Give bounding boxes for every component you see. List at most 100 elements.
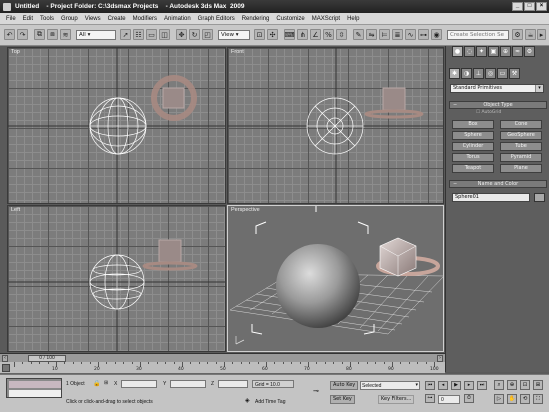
mirror-icon[interactable]: ⇋ — [366, 29, 377, 40]
utilities-tab-icon[interactable]: ⚒ — [509, 68, 520, 79]
menu-graph-editors[interactable]: Graph Editors — [198, 16, 235, 22]
maximize-button[interactable]: □ — [524, 2, 535, 11]
time-slider-thumb[interactable]: 0 / 100 — [28, 355, 66, 362]
menu-views[interactable]: Views — [85, 16, 101, 22]
maximize-viewport-icon[interactable]: ⛶ — [533, 394, 543, 404]
rectangular-selection-icon[interactable]: ▭ — [146, 29, 157, 40]
select-and-rotate-icon[interactable]: ↻ — [189, 29, 200, 40]
unlink-icon[interactable]: ⧈ — [47, 29, 58, 40]
zoom-icon[interactable]: ⌕ — [494, 380, 504, 390]
snaps-toggle-icon[interactable]: ⋔ — [297, 29, 308, 40]
shapes-icon[interactable]: ◌ — [464, 46, 475, 57]
window-crossing-icon[interactable]: ◫ — [159, 29, 170, 40]
lights-icon[interactable]: ✦ — [476, 46, 487, 57]
go-to-start-icon[interactable]: ⏮ — [425, 381, 435, 390]
key-filters-button[interactable]: Key Filters... — [378, 395, 415, 404]
select-and-manipulate-icon[interactable]: ✣ — [267, 29, 278, 40]
select-and-scale-icon[interactable]: ◰ — [202, 29, 213, 40]
pan-view-icon[interactable]: ✋ — [507, 394, 517, 404]
bind-space-warp-icon[interactable]: ≋ — [60, 29, 71, 40]
object-name-field[interactable]: Sphere01 — [452, 193, 530, 202]
next-frame-icon[interactable]: ▸ — [464, 381, 474, 390]
time-configuration-icon[interactable]: ⏱ — [464, 394, 474, 403]
box-button[interactable]: Box — [452, 120, 494, 129]
menu-edit[interactable]: Edit — [23, 16, 33, 22]
slider-left-arrow-icon[interactable]: ‹ — [2, 355, 8, 362]
autogrid-checkbox[interactable]: ☐ AutoGrid — [476, 110, 501, 115]
viewport-top[interactable]: Top — [7, 47, 226, 204]
menu-maxscript[interactable]: MAXScript — [312, 16, 340, 22]
zoom-all-icon[interactable]: ⊕ — [507, 380, 517, 390]
select-object-icon[interactable]: ➚ — [120, 29, 131, 40]
schematic-view-icon[interactable]: ⊶ — [418, 29, 429, 40]
minimize-button[interactable]: _ — [512, 2, 523, 11]
set-key-button[interactable]: Set Key — [330, 395, 355, 404]
name-color-rollout-header[interactable]: − Name and Color — [449, 180, 547, 188]
menu-modifiers[interactable]: Modifiers — [133, 16, 157, 22]
tube-button[interactable]: Tube — [500, 142, 542, 151]
mini-curve-editor-icon[interactable] — [2, 364, 10, 372]
time-slider[interactable]: ‹ 0 / 100 › — [0, 353, 445, 362]
angle-snap-icon[interactable]: ∠ — [310, 29, 321, 40]
use-pivot-center-icon[interactable]: ⊡ — [254, 29, 265, 40]
auto-key-button[interactable]: Auto Key — [330, 381, 359, 390]
cameras-icon[interactable]: ▣ — [488, 46, 499, 57]
menu-create[interactable]: Create — [108, 16, 126, 22]
render-setup-icon[interactable]: ⚙ — [512, 29, 523, 40]
display-tab-icon[interactable]: ▭ — [497, 68, 508, 79]
layer-manager-icon[interactable]: ≣ — [392, 29, 403, 40]
absolute-mode-icon[interactable]: ⊞ — [104, 380, 108, 386]
space-warps-icon[interactable]: ≈ — [512, 46, 523, 57]
listener-output[interactable] — [9, 381, 61, 388]
app-icon[interactable] — [3, 2, 11, 11]
render-production-icon[interactable]: ☕ — [525, 29, 536, 40]
zoom-extents-all-icon[interactable]: ⊞ — [533, 380, 543, 390]
systems-icon[interactable]: ⚙ — [524, 46, 535, 57]
primitive-category-dropdown[interactable]: Standard Primitives ▾ — [450, 84, 544, 93]
helpers-icon[interactable]: ⊕ — [500, 46, 511, 57]
menu-animation[interactable]: Animation — [164, 16, 191, 22]
slider-right-arrow-icon[interactable]: › — [437, 355, 443, 362]
quick-render-icon[interactable]: ▸ — [537, 29, 546, 40]
menu-tools[interactable]: Tools — [40, 16, 54, 22]
align-icon[interactable]: ⊨ — [379, 29, 390, 40]
current-frame-field[interactable]: 0 — [438, 395, 460, 404]
keyboard-shortcut-override-icon[interactable]: ⌨ — [284, 29, 295, 40]
sphere-button[interactable]: Sphere — [452, 131, 494, 140]
select-and-move-icon[interactable]: ✥ — [176, 29, 187, 40]
select-by-name-icon[interactable]: ☷ — [133, 29, 144, 40]
named-selection-set-field[interactable]: Create Selection Se — [447, 30, 509, 40]
menu-customize[interactable]: Customize — [276, 16, 304, 22]
menu-help[interactable]: Help — [347, 16, 359, 22]
menu-rendering[interactable]: Rendering — [242, 16, 270, 22]
orbit-icon[interactable]: ⟲ — [520, 394, 530, 404]
go-to-end-icon[interactable]: ⏭ — [477, 381, 487, 390]
play-icon[interactable]: ▶ — [451, 381, 461, 390]
spinner-snap-icon[interactable]: ⇳ — [336, 29, 347, 40]
cylinder-button[interactable]: Cylinder — [452, 142, 494, 151]
select-link-icon[interactable]: ⧉ — [34, 29, 45, 40]
selection-filter-dropdown[interactable]: All ▾ — [76, 30, 116, 40]
y-coordinate-field[interactable] — [170, 380, 206, 388]
viewport-front[interactable]: Front — [227, 47, 444, 204]
plane-button[interactable]: Plane — [500, 164, 542, 173]
x-coordinate-field[interactable] — [121, 380, 157, 388]
percent-snap-icon[interactable]: % — [323, 29, 334, 40]
edit-named-selection-icon[interactable]: ✎ — [353, 29, 364, 40]
modify-tab-icon[interactable]: ◑ — [461, 68, 472, 79]
material-editor-icon[interactable]: ◉ — [431, 29, 442, 40]
create-tab-icon[interactable]: ✱ — [449, 68, 460, 79]
hierarchy-tab-icon[interactable]: ⊥ — [473, 68, 484, 79]
object-type-rollout-header[interactable]: − Object Type — [449, 101, 547, 109]
redo-icon[interactable]: ↷ — [17, 29, 28, 40]
curve-editor-icon[interactable]: ∿ — [405, 29, 416, 40]
track-bar[interactable]: 10 20 30 40 50 60 70 80 90 100 — [0, 362, 445, 374]
field-of-view-icon[interactable]: ▷ — [494, 394, 504, 404]
menu-file[interactable]: File — [6, 16, 16, 22]
viewport-left[interactable]: Left — [7, 205, 226, 352]
object-color-swatch[interactable] — [534, 193, 545, 202]
maxscript-listener[interactable] — [6, 378, 62, 398]
listener-input[interactable] — [9, 390, 61, 397]
previous-frame-icon[interactable]: ◂ — [438, 381, 448, 390]
add-time-tag[interactable]: Add Time Tag — [255, 399, 285, 405]
